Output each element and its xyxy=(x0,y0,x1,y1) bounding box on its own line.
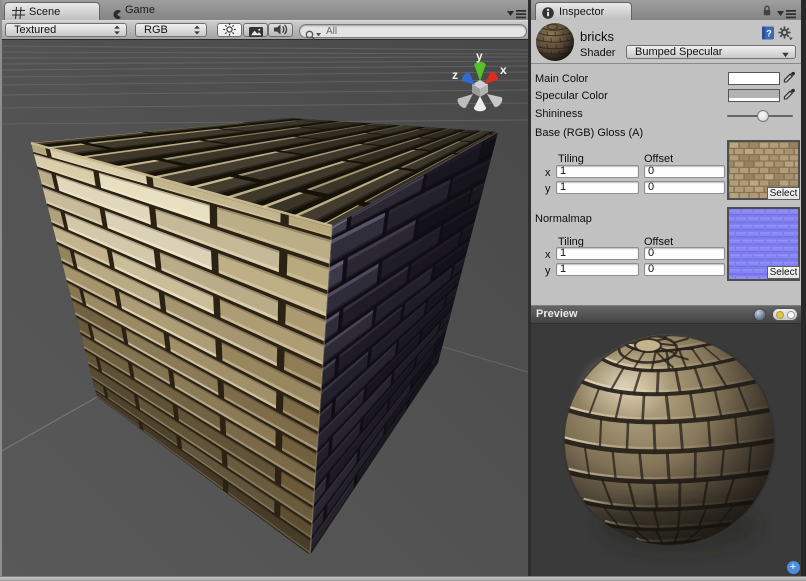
svg-text:?: ? xyxy=(766,29,772,39)
svg-text:y: y xyxy=(476,49,483,63)
svg-text:x: x xyxy=(500,63,507,77)
svg-text:z: z xyxy=(452,68,458,82)
